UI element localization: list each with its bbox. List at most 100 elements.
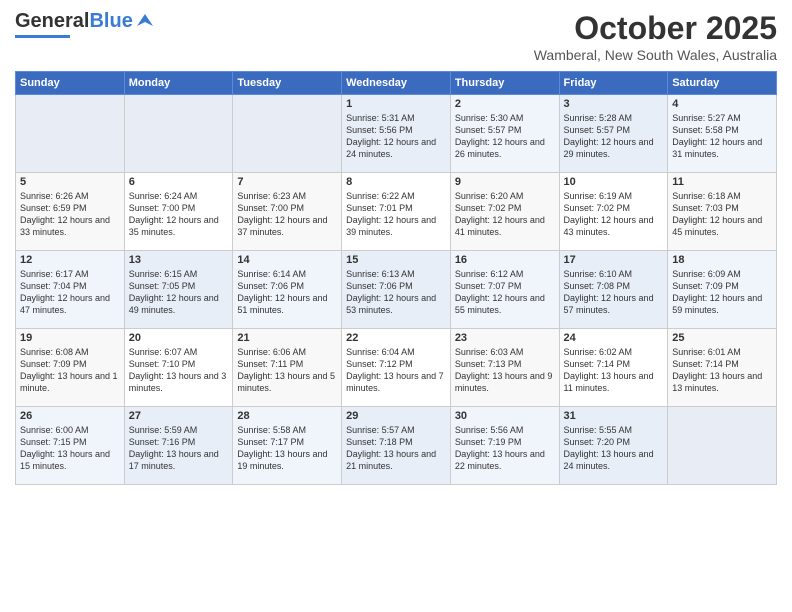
day-info: Sunset: 7:17 PM [237, 436, 337, 448]
day-cell [233, 95, 342, 173]
day-info: Daylight: 12 hours and 33 minutes. [20, 214, 120, 238]
day-info: Daylight: 13 hours and 22 minutes. [455, 448, 555, 472]
day-info: Sunrise: 6:09 AM [672, 268, 772, 280]
day-info: Sunrise: 6:12 AM [455, 268, 555, 280]
day-info: Sunrise: 6:24 AM [129, 190, 229, 202]
day-cell: 4Sunrise: 5:27 AMSunset: 5:58 PMDaylight… [668, 95, 777, 173]
day-info: Sunset: 7:18 PM [346, 436, 446, 448]
day-number: 13 [129, 254, 229, 266]
header: General Blue October 2025 Wamberal, New … [15, 10, 777, 63]
day-number: 2 [455, 98, 555, 110]
day-number: 8 [346, 176, 446, 188]
day-cell [16, 95, 125, 173]
day-info: Daylight: 12 hours and 31 minutes. [672, 136, 772, 160]
weekday-header-sunday: Sunday [16, 72, 125, 95]
day-info: Sunset: 7:11 PM [237, 358, 337, 370]
week-row-2: 5Sunrise: 6:26 AMSunset: 6:59 PMDaylight… [16, 173, 777, 251]
day-cell: 2Sunrise: 5:30 AMSunset: 5:57 PMDaylight… [450, 95, 559, 173]
day-info: Daylight: 12 hours and 35 minutes. [129, 214, 229, 238]
day-info: Sunrise: 6:00 AM [20, 424, 120, 436]
day-number: 27 [129, 410, 229, 422]
day-cell: 21 Sunrise: 6:06 AMSunset: 7:11 PMDayligh… [233, 329, 342, 407]
day-info: Sunset: 7:02 PM [564, 202, 664, 214]
day-number: 16 [455, 254, 555, 266]
day-info: Sunrise: 5:59 AM [129, 424, 229, 436]
day-info: Sunset: 7:06 PM [237, 280, 337, 292]
day-info: Sunrise: 6:07 AM [129, 346, 229, 358]
day-cell: 18Sunrise: 6:09 AMSunset: 7:09 PMDayligh… [668, 251, 777, 329]
day-cell: 29Sunrise: 5:57 AMSunset: 7:18 PMDayligh… [342, 407, 451, 485]
day-cell: 1Sunrise: 5:31 AMSunset: 5:56 PMDaylight… [342, 95, 451, 173]
day-info: Sunrise: 5:55 AM [564, 424, 664, 436]
day-cell: 31Sunrise: 5:55 AMSunset: 7:20 PMDayligh… [559, 407, 668, 485]
day-cell: 3Sunrise: 5:28 AMSunset: 5:57 PMDaylight… [559, 95, 668, 173]
day-info: Sunset: 7:09 PM [20, 358, 120, 370]
logo-general: General [15, 10, 89, 33]
day-number: 20 [129, 332, 229, 344]
day-cell: 30Sunrise: 5:56 AMSunset: 7:19 PMDayligh… [450, 407, 559, 485]
day-number: 6 [129, 176, 229, 188]
day-info: Daylight: 13 hours and 9 minutes. [455, 370, 555, 394]
day-number: 18 [672, 254, 772, 266]
day-info: Sunset: 7:13 PM [455, 358, 555, 370]
day-info: Sunset: 5:57 PM [455, 124, 555, 136]
day-info: Sunrise: 6:17 AM [20, 268, 120, 280]
day-info: Daylight: 12 hours and 43 minutes. [564, 214, 664, 238]
day-info: Sunrise: 6:20 AM [455, 190, 555, 202]
day-info: Daylight: 13 hours and 15 minutes. [20, 448, 120, 472]
logo-blue: Blue [89, 10, 132, 33]
day-info: Sunset: 7:00 PM [237, 202, 337, 214]
day-info: Sunrise: 6:22 AM [346, 190, 446, 202]
day-info: Sunrise: 6:23 AM [237, 190, 337, 202]
day-info: Sunset: 7:12 PM [346, 358, 446, 370]
day-number: 26 [20, 410, 120, 422]
day-number: 29 [346, 410, 446, 422]
day-info: Sunrise: 5:27 AM [672, 112, 772, 124]
day-number: 21 [237, 332, 337, 344]
day-info: Sunset: 7:04 PM [20, 280, 120, 292]
day-info: Daylight: 12 hours and 39 minutes. [346, 214, 446, 238]
day-info: Daylight: 12 hours and 47 minutes. [20, 292, 120, 316]
day-info: Daylight: 12 hours and 53 minutes. [346, 292, 446, 316]
day-number: 1 [346, 98, 446, 110]
calendar-table: SundayMondayTuesdayWednesdayThursdayFrid… [15, 71, 777, 485]
title-block: October 2025 Wamberal, New South Wales, … [534, 10, 777, 63]
day-info: Daylight: 13 hours and 17 minutes. [129, 448, 229, 472]
day-info: Sunrise: 5:57 AM [346, 424, 446, 436]
page-container: General Blue October 2025 Wamberal, New … [0, 0, 792, 495]
day-info: Sunset: 7:10 PM [129, 358, 229, 370]
day-cell: 10Sunrise: 6:19 AMSunset: 7:02 PMDayligh… [559, 173, 668, 251]
day-number: 22 [346, 332, 446, 344]
day-info: Sunrise: 6:04 AM [346, 346, 446, 358]
logo-underline [15, 35, 70, 38]
day-number: 12 [20, 254, 120, 266]
day-number: 24 [564, 332, 664, 344]
day-info: Daylight: 13 hours and 5 minutes. [237, 370, 337, 394]
day-number: 4 [672, 98, 772, 110]
week-row-3: 12Sunrise: 6:17 AMSunset: 7:04 PMDayligh… [16, 251, 777, 329]
day-number: 25 [672, 332, 772, 344]
day-number: 19 [20, 332, 120, 344]
day-info: Sunset: 5:57 PM [564, 124, 664, 136]
day-cell: 16 Sunrise: 6:12 AMSunset: 7:07 PMDayligh… [450, 251, 559, 329]
day-number: 10 [564, 176, 664, 188]
day-cell: 24Sunrise: 6:02 AMSunset: 7:14 PMDayligh… [559, 329, 668, 407]
day-info: Daylight: 13 hours and 24 minutes. [564, 448, 664, 472]
day-info: Sunrise: 5:30 AM [455, 112, 555, 124]
logo: General Blue [15, 10, 155, 38]
day-info: Daylight: 12 hours and 55 minutes. [455, 292, 555, 316]
weekday-header-row: SundayMondayTuesdayWednesdayThursdayFrid… [16, 72, 777, 95]
day-info: Sunrise: 6:06 AM [237, 346, 337, 358]
day-number: 31 [564, 410, 664, 422]
day-number: 3 [564, 98, 664, 110]
weekday-header-tuesday: Tuesday [233, 72, 342, 95]
day-info: Sunset: 7:07 PM [455, 280, 555, 292]
weekday-header-wednesday: Wednesday [342, 72, 451, 95]
day-info: Sunset: 7:02 PM [455, 202, 555, 214]
day-info: Daylight: 13 hours and 3 minutes. [129, 370, 229, 394]
day-number: 5 [20, 176, 120, 188]
day-cell [124, 95, 233, 173]
day-info: Sunrise: 6:14 AM [237, 268, 337, 280]
day-info: Daylight: 12 hours and 45 minutes. [672, 214, 772, 238]
day-info: Sunrise: 6:03 AM [455, 346, 555, 358]
